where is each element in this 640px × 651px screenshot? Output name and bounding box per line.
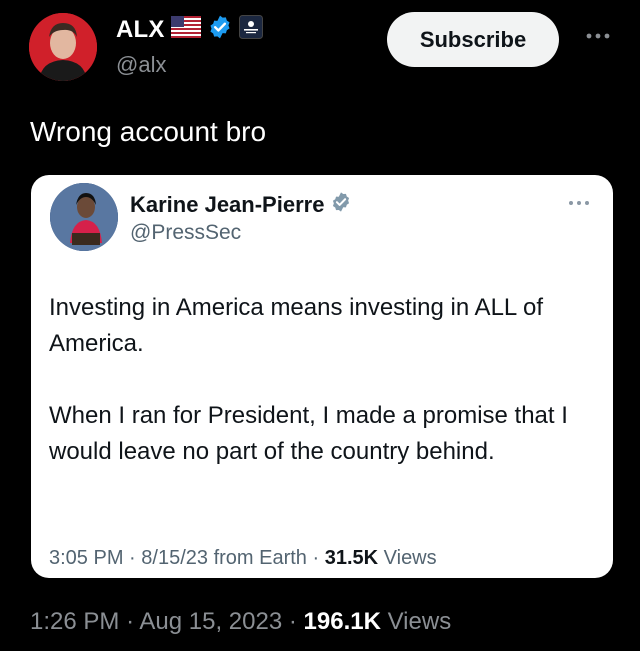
more-options-icon[interactable] bbox=[583, 26, 613, 46]
quoted-author-name[interactable]: Karine Jean-Pierre bbox=[130, 192, 324, 218]
quoted-views-count: 31.5K bbox=[324, 547, 379, 569]
quoted-paragraph: When I ran for President, I made a promi… bbox=[49, 402, 568, 465]
author-name[interactable]: ALX bbox=[116, 16, 165, 44]
tweet-text: Wrong account bro bbox=[30, 116, 267, 147]
tweet-meta: 1:26 PM · Aug 15, 2023 · 196.1K Views bbox=[30, 608, 452, 635]
organization-badge-icon[interactable] bbox=[238, 15, 263, 44]
quoted-date[interactable]: 8/15/23 bbox=[141, 547, 208, 569]
quoted-paragraph: Investing in America means investing in … bbox=[49, 294, 544, 357]
tweet-date[interactable]: Aug 15, 2023 bbox=[139, 608, 282, 635]
quoted-time[interactable]: 3:05 PM bbox=[49, 547, 123, 569]
quoted-tweet-meta: 3:05 PM · 8/15/23 from Earth · 31.5K Vie… bbox=[49, 547, 437, 569]
author-handle[interactable]: @alx bbox=[116, 52, 166, 78]
quoted-name-row: Karine Jean-Pierre bbox=[130, 191, 352, 218]
quoted-tweet[interactable]: Karine Jean-Pierre @PressSec Investing i… bbox=[31, 175, 613, 578]
us-flag-icon bbox=[170, 16, 201, 43]
tweet-time[interactable]: 1:26 PM bbox=[30, 608, 119, 635]
author-avatar[interactable] bbox=[29, 13, 97, 81]
tweet-views-count: 196.1K bbox=[303, 608, 381, 635]
quoted-tweet-body: Investing in America means investing in … bbox=[49, 290, 609, 506]
tweet-views-label: Views bbox=[387, 608, 452, 635]
quoted-author-handle[interactable]: @PressSec bbox=[130, 221, 241, 245]
quoted-views-label: Views bbox=[383, 547, 437, 569]
verified-badge-icon[interactable] bbox=[207, 14, 233, 45]
quoted-author-avatar[interactable] bbox=[50, 183, 118, 251]
quoted-more-options-icon[interactable] bbox=[566, 195, 592, 211]
author-name-row: ALX bbox=[116, 14, 263, 45]
quoted-source: from Earth bbox=[213, 547, 307, 569]
subscribe-button[interactable]: Subscribe bbox=[387, 12, 559, 67]
verified-gray-badge-icon[interactable] bbox=[330, 191, 352, 218]
